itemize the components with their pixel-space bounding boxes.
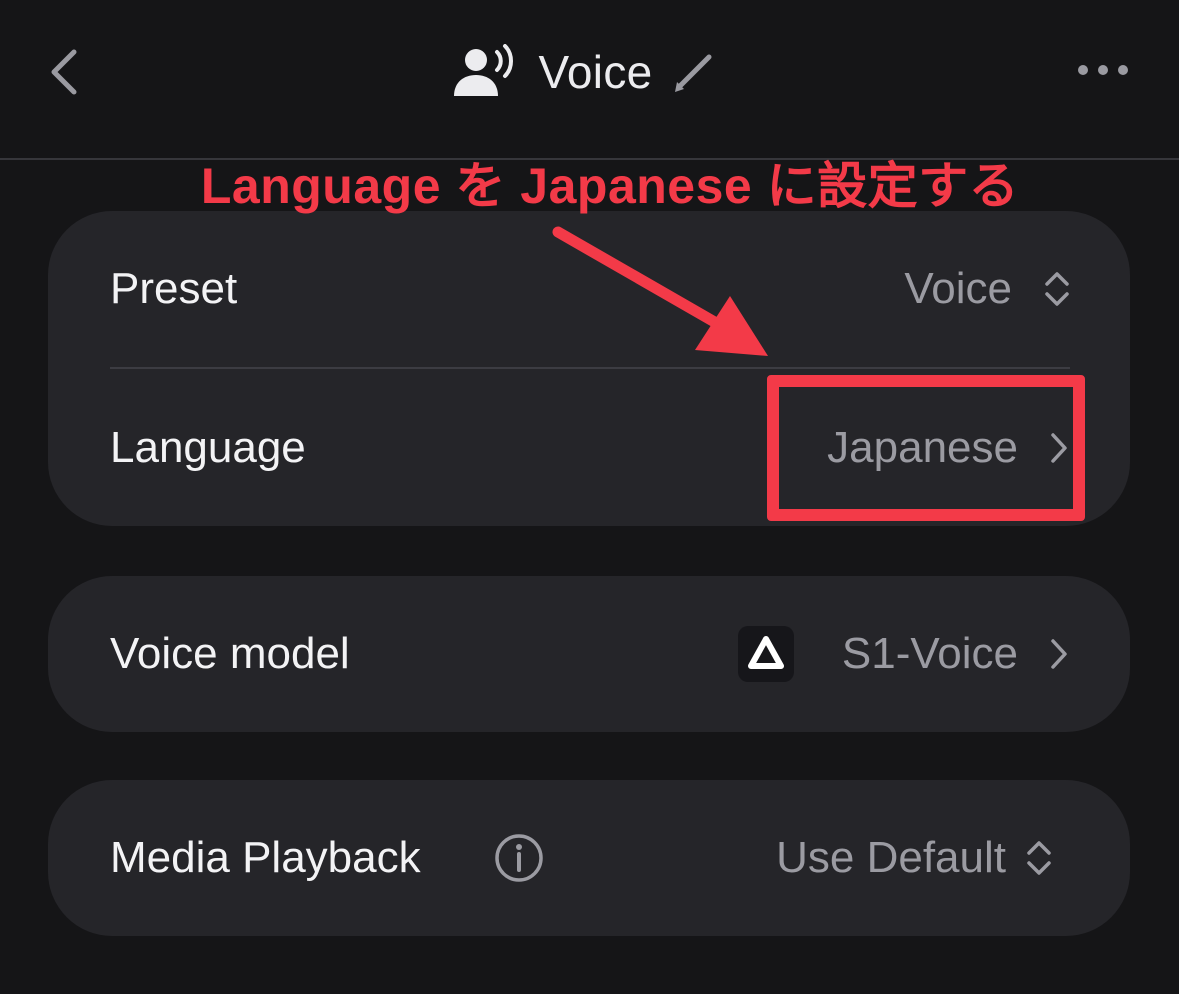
triangle-logo-icon	[738, 626, 794, 682]
ellipsis-icon[interactable]	[1075, 52, 1131, 88]
chevron-right-icon	[1051, 433, 1067, 463]
media-playback-label: Media Playback	[110, 833, 421, 882]
language-label: Language	[110, 423, 306, 472]
voice-model-card: Voice model S1-Voice	[48, 576, 1130, 732]
media-playback-card: Media Playback Use Default	[48, 780, 1130, 936]
voice-settings-page: Voice Language を Japanese に設定する Preset V…	[0, 0, 1179, 994]
row-divider	[110, 367, 1070, 369]
voice-model-label: Voice model	[110, 629, 350, 678]
language-row[interactable]: Language Japanese	[48, 370, 1130, 526]
preset-row[interactable]: Preset Voice	[48, 211, 1130, 367]
page-title: Voice	[538, 46, 653, 98]
pencil-icon[interactable]	[671, 49, 717, 95]
preset-value: Voice	[904, 264, 1012, 313]
speaking-person-icon	[454, 44, 514, 96]
chevron-right-icon	[1051, 639, 1067, 669]
voice-model-value: S1-Voice	[841, 629, 1018, 678]
preset-label: Preset	[110, 264, 238, 313]
info-icon[interactable]	[493, 832, 545, 884]
navigation-header: Voice	[0, 0, 1179, 160]
media-playback-value: Use Default	[776, 833, 1006, 882]
annotation-text: Language を Japanese に設定する	[200, 158, 1020, 214]
media-playback-row[interactable]: Media Playback Use Default	[48, 780, 1130, 936]
preset-language-card: Preset Voice Language Japanese	[48, 211, 1130, 526]
voice-model-row[interactable]: Voice model S1-Voice	[48, 576, 1130, 732]
chevron-up-down-icon	[1027, 841, 1051, 875]
chevron-up-down-icon	[1045, 272, 1069, 306]
header-title-group: Voice	[0, 40, 1179, 104]
language-value: Japanese	[827, 423, 1018, 472]
